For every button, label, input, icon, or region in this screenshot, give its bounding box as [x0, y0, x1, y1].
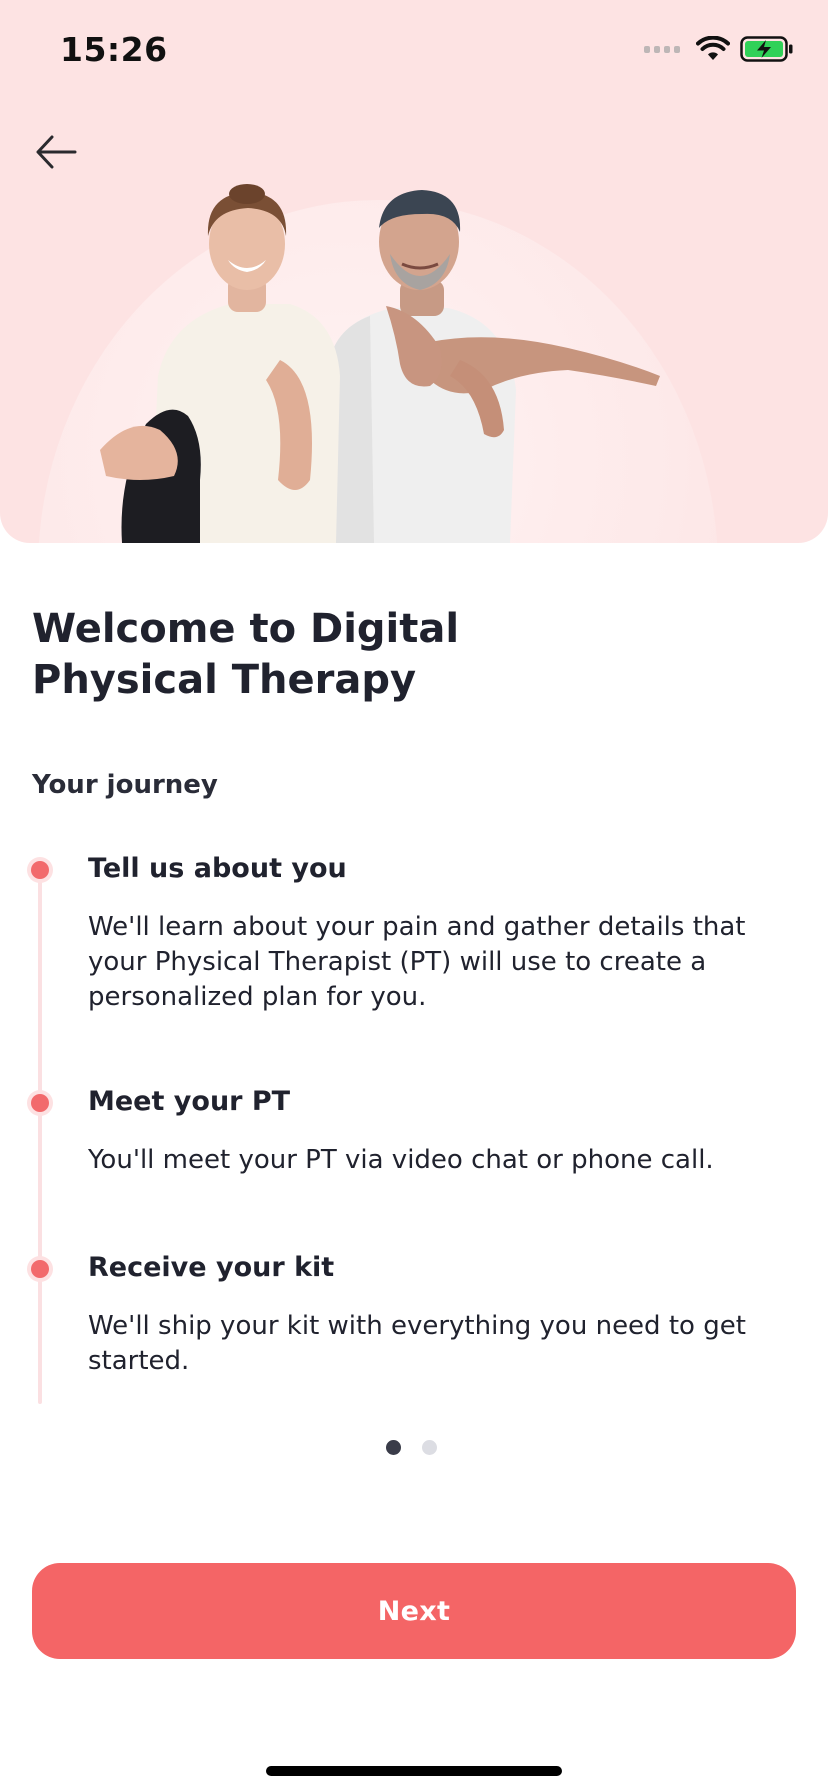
- journey-step: Receive your kit We'll ship your kit wit…: [88, 1251, 788, 1379]
- step-title: Tell us about you: [88, 853, 347, 884]
- timeline-dot: [31, 1094, 49, 1112]
- back-button[interactable]: [30, 128, 82, 176]
- journey-step: Tell us about you We'll learn about your…: [88, 852, 788, 1015]
- timeline-line: [38, 868, 42, 1404]
- battery-charging-icon: [740, 36, 793, 62]
- page-indicator: [386, 1440, 437, 1455]
- man-figure: [328, 190, 660, 543]
- status-time: 15:26: [60, 30, 168, 69]
- hero-banner: 15:26: [0, 0, 828, 543]
- signal-icon: [644, 45, 680, 53]
- timeline-dot: [31, 1260, 49, 1278]
- hero-photo: [100, 184, 660, 543]
- journey-step: Meet your PT You'll meet your PT via vid…: [88, 1085, 788, 1178]
- step-description: You'll meet your PT via video chat or ph…: [88, 1145, 714, 1175]
- home-indicator: [266, 1766, 562, 1776]
- page-title: Welcome to Digital Physical Therapy: [32, 606, 460, 703]
- step-title: Meet your PT: [88, 1086, 291, 1117]
- page-dot-active: [386, 1440, 401, 1455]
- next-button[interactable]: Next: [32, 1563, 796, 1659]
- status-icons: [644, 36, 794, 62]
- step-title: Receive your kit: [88, 1252, 335, 1283]
- step-description: We'll learn about your pain and gather d…: [88, 912, 746, 1012]
- timeline-dot: [31, 861, 49, 879]
- woman-figure: [100, 184, 340, 543]
- arrow-left-icon: [36, 135, 77, 169]
- section-label: Your journey: [32, 770, 218, 800]
- wifi-icon: [696, 36, 730, 60]
- status-bar: 15:26: [0, 0, 828, 100]
- page-dot: [422, 1440, 437, 1455]
- step-description: We'll ship your kit with everything you …: [88, 1311, 746, 1376]
